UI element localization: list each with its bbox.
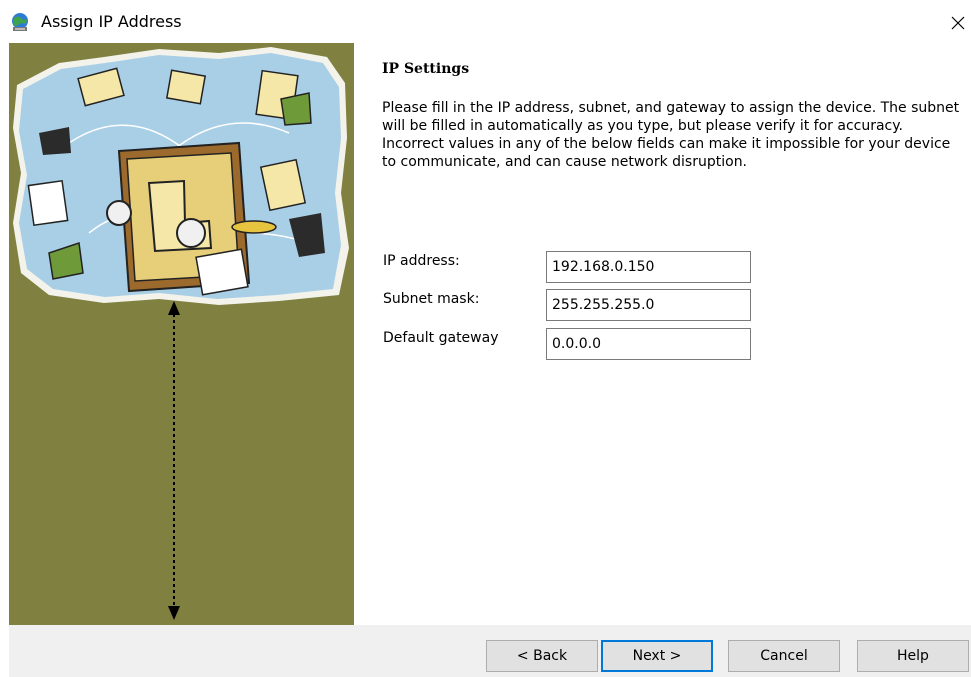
assign-ip-dialog: Assign IP Address IP Settings Please fil… [0,0,971,677]
window-title: Assign IP Address [41,12,182,31]
subnet-mask-label: Subnet mask: [383,291,480,307]
network-globe-icon [10,12,30,32]
instructions-text: Please fill in the IP address, subnet, a… [382,100,960,170]
ip-address-label: IP address: [383,253,460,269]
default-gateway-label: Default gateway [383,330,499,346]
cancel-button[interactable]: Cancel [728,640,840,672]
wizard-illustration [9,43,354,625]
help-button[interactable]: Help [857,640,969,672]
next-button[interactable]: Next > [601,640,713,672]
ip-address-input[interactable] [546,251,751,283]
back-button[interactable]: < Back [486,640,598,672]
close-icon [951,16,964,30]
close-button[interactable] [944,8,971,38]
title-bar: Assign IP Address [0,0,971,43]
subnet-mask-input[interactable] [546,289,751,321]
default-gateway-input[interactable] [546,328,751,360]
page-title: IP Settings [382,61,470,77]
